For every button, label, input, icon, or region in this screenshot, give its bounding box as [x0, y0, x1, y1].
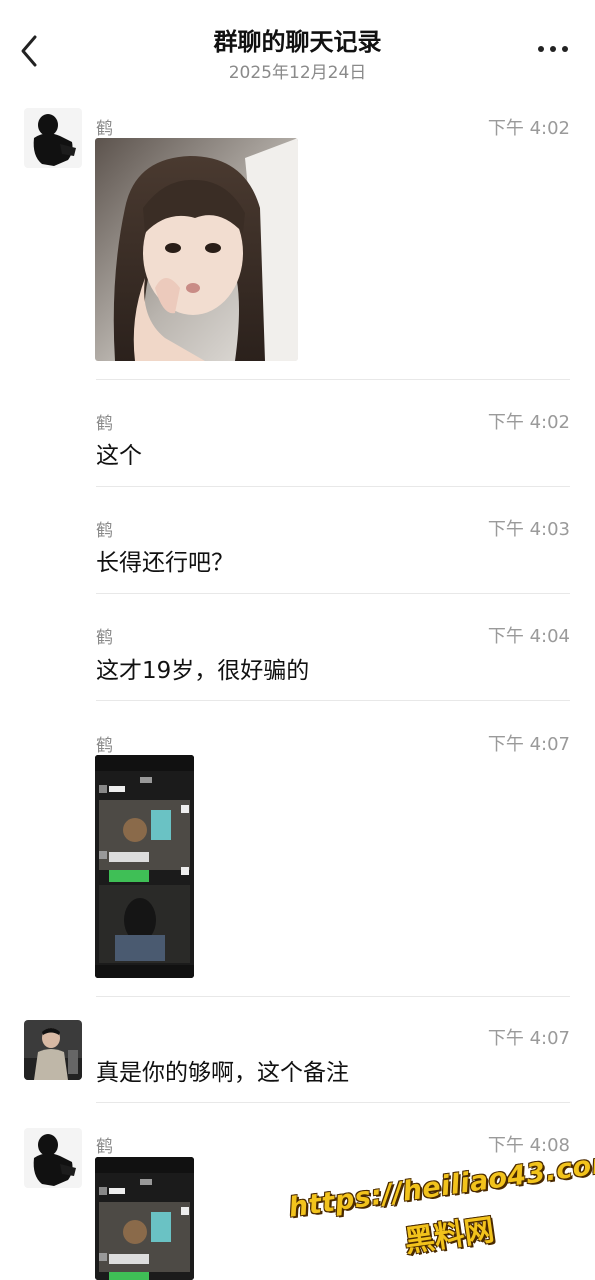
avatar[interactable]	[24, 1020, 82, 1080]
message-sender: 鹤	[96, 414, 113, 434]
watermark: https://heiliao43.com 黑料网	[286, 1146, 595, 1280]
chat-screenshot[interactable]	[95, 1157, 194, 1280]
message-sender: 鹤	[96, 736, 113, 756]
avatar[interactable]	[24, 108, 82, 168]
message-time: 下午 4:07	[487, 1028, 570, 1049]
message-time: 下午 4:07	[487, 734, 570, 755]
chat-header: 群聊的聊天记录 2025年12月24日	[0, 0, 595, 92]
message-time: 下午 4:02	[487, 412, 570, 433]
message-time: 下午 4:08	[487, 1135, 570, 1156]
page-date: 2025年12月24日	[228, 63, 367, 83]
message-sender: 鹤	[96, 119, 113, 139]
chat-screenshot[interactable]	[95, 755, 194, 978]
more-dots-icon[interactable]	[538, 46, 572, 56]
avatar[interactable]	[24, 1128, 82, 1188]
message-time: 下午 4:04	[487, 626, 570, 647]
message-divider	[96, 593, 570, 594]
message-text: 长得还行吧？	[96, 550, 234, 576]
message-sender: 鹤	[96, 1137, 113, 1157]
message-text: 这才19岁，很好骗的	[96, 658, 310, 684]
message-divider	[96, 700, 570, 701]
message-divider	[96, 486, 570, 487]
message-divider	[96, 1102, 570, 1103]
message-divider	[96, 996, 570, 997]
page-title: 群聊的聊天记录	[213, 28, 382, 56]
message-divider	[96, 379, 570, 380]
message-sender: 鹤	[96, 521, 113, 541]
message-text: 这个	[96, 443, 142, 469]
message-time: 下午 4:03	[487, 519, 570, 540]
selfie-photo[interactable]	[95, 138, 298, 361]
watermark-label: 黑料网	[402, 1212, 497, 1260]
message-sender: 鹤	[96, 628, 113, 648]
message-text: 真是你的够啊，这个备注	[96, 1060, 349, 1086]
message-time: 下午 4:02	[487, 118, 570, 139]
watermark-url: https://heiliao43.com	[286, 1146, 595, 1224]
